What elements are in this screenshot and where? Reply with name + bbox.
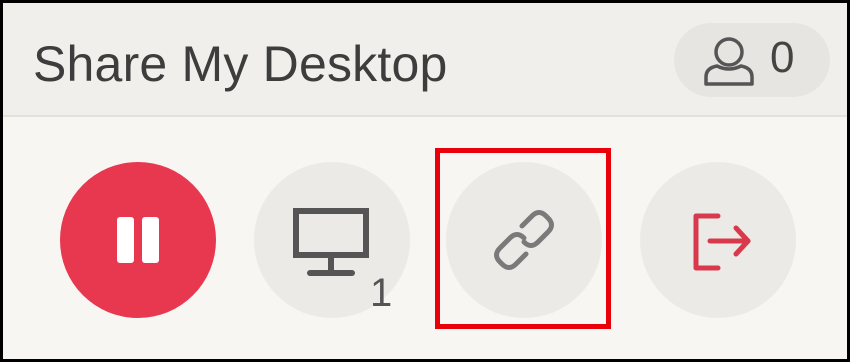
person-icon xyxy=(704,37,754,86)
screen-count-badge: 1 xyxy=(370,271,393,315)
exit-button[interactable] xyxy=(640,162,796,318)
pause-icon xyxy=(117,217,134,263)
panel-header: Share My Desktop 0 xyxy=(3,3,847,117)
monitor-icon xyxy=(293,208,369,276)
viewer-count-badge[interactable]: 0 xyxy=(674,23,830,97)
pause-button[interactable] xyxy=(60,162,216,318)
viewer-count: 0 xyxy=(770,33,795,82)
link-icon xyxy=(494,210,554,270)
panel-title: Share My Desktop xyxy=(33,36,448,92)
exit-icon xyxy=(693,213,751,271)
share-desktop-panel: Share My Desktop 0 1 xyxy=(0,0,850,362)
copy-link-button[interactable] xyxy=(446,162,602,318)
pause-icon-bar xyxy=(142,217,159,263)
